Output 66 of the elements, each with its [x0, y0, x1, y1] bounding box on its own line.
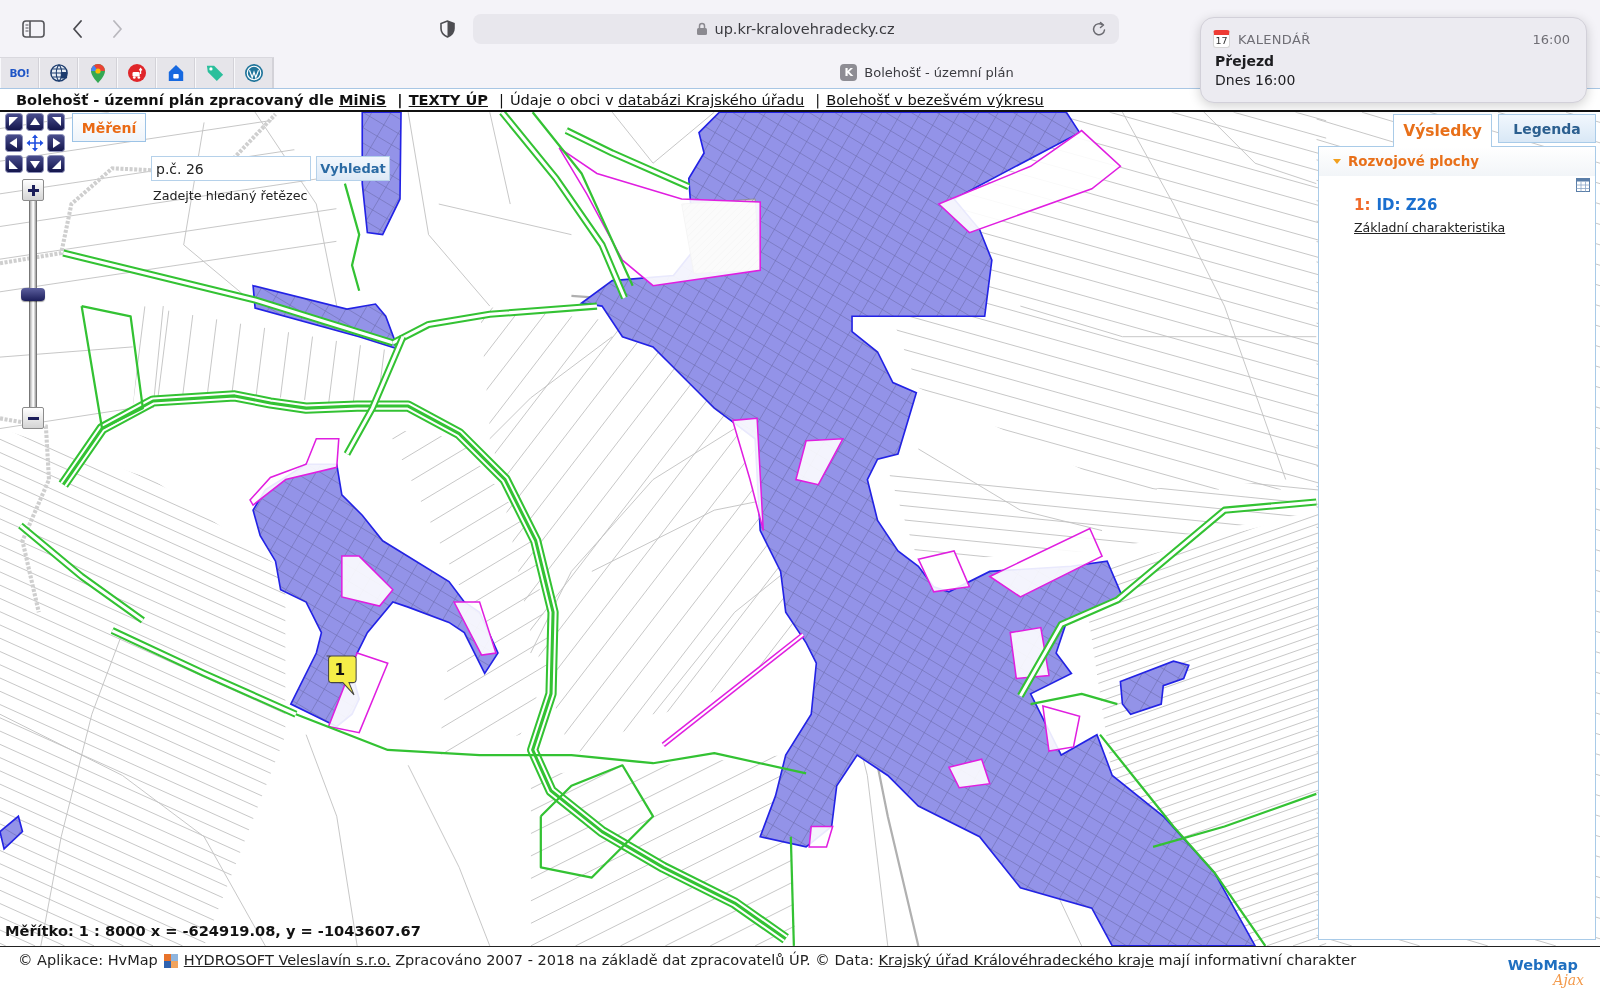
planned-area-outline: [452, 601, 497, 656]
round-badge-icon: [127, 64, 146, 82]
footer-text: HYDROSOFT Veleslavín s.r.o. Zpracováno 2007 - 2018 na základě dat zpracovatelů ÚP. © Data: Krajský úřad Královéhradeckého kraje mají informativní charakter: [183, 952, 1357, 968]
table-icon[interactable]: [1576, 178, 1590, 192]
bookmark-button[interactable]: [156, 58, 195, 88]
search-hint: Zadejte hledaný řetězec: [153, 188, 308, 203]
planned-area-outline: [917, 550, 971, 593]
pipe-separator: |: [498, 91, 504, 108]
site-favicon: K: [840, 64, 858, 81]
zoom-slider-thumb[interactable]: [21, 287, 45, 301]
map-pin-icon: [90, 63, 105, 83]
notification-card[interactable]: 17 KALENDÁŘ 16:00 Přejezd Dnes 16:00: [1200, 17, 1587, 103]
reload-icon[interactable]: [1092, 20, 1107, 37]
footer-link[interactable]: Krajský úřad Královéhradeckého kraje: [878, 952, 1154, 968]
header-link[interactable]: MiNiS: [339, 91, 387, 108]
address-bar[interactable]: up.kr-kralovehradecky.cz: [473, 13, 1119, 44]
bookmark-button[interactable]: BO!: [0, 58, 39, 88]
footer-link[interactable]: HYDROSOFT Veleslavín s.r.o.: [183, 952, 391, 968]
browser-tab[interactable]: K Bolehošť - územní plán: [840, 64, 1014, 81]
result-number: 1:: [1354, 196, 1371, 214]
bookmark-button[interactable]: [234, 58, 273, 88]
planned-area-outline: [341, 555, 394, 607]
sidebar-icon: [22, 19, 45, 38]
planned-area-outline: [794, 437, 845, 486]
footer-lead-text: © Aplikace: HvMap: [18, 952, 158, 968]
logo-subtitle: Ajax: [1553, 973, 1584, 988]
result-link[interactable]: Základní charakteristika: [1354, 220, 1506, 235]
pipe-separator: |: [397, 91, 403, 108]
header-link[interactable]: Bolehošť v bezešvém výkresu: [826, 91, 1044, 108]
minus-icon: [27, 416, 39, 420]
search-button[interactable]: Vyhledat: [316, 156, 390, 181]
bookmark-button[interactable]: [39, 58, 78, 88]
planned-area-outline: [947, 758, 991, 789]
globe-icon: [49, 64, 68, 82]
built-up-area: [0, 814, 24, 851]
house-icon: [166, 64, 185, 82]
header-text: Údaje o obci v databázi Krajského úřadu: [509, 91, 805, 108]
result-id: ID: Z26: [1376, 196, 1438, 214]
result-marker[interactable]: 1: [326, 655, 357, 696]
section-title: Rozvojové plochy: [1348, 154, 1480, 169]
notification-title: Přejezd: [1215, 53, 1276, 69]
tag-icon: [205, 64, 224, 82]
zoom-out-button[interactable]: [22, 407, 44, 429]
plus-icon: [27, 184, 39, 196]
move-arrows-icon[interactable]: [26, 134, 44, 152]
calendar-app-icon: 17: [1213, 30, 1230, 48]
pipe-separator: |: [815, 91, 821, 108]
planned-area-outline: [1041, 705, 1081, 752]
notification-time: 16:00: [1532, 31, 1570, 47]
sidebar-button[interactable]: [22, 19, 45, 38]
colored-squares-icon: [163, 954, 178, 968]
header-link[interactable]: databázi Krajského úřadu: [618, 91, 805, 108]
panel-tab[interactable]: Legenda: [1498, 114, 1596, 143]
zoom-in-button[interactable]: [22, 179, 44, 201]
search-field[interactable]: p.č. 26: [151, 156, 311, 181]
scale-coordinates-text: Měřítko: 1 : 8000 x = -624919.08, y = -1043607.67: [5, 922, 421, 939]
lock-icon: [697, 22, 708, 35]
header-text: Bolehošť - územní plán zpracovaný dle MiNiS: [16, 91, 387, 108]
logo-title: WebMap: [1507, 957, 1578, 973]
header-link[interactable]: TEXTY ÚP: [408, 91, 488, 108]
notification-body: Dnes 16:00: [1215, 72, 1297, 88]
circle-logo-icon: [244, 64, 263, 82]
shield-icon[interactable]: [440, 19, 455, 38]
notification-app-name: KALENDÁŘ: [1238, 31, 1311, 47]
bookmark-button[interactable]: [117, 58, 156, 88]
planned-area-outline: [1009, 626, 1050, 680]
